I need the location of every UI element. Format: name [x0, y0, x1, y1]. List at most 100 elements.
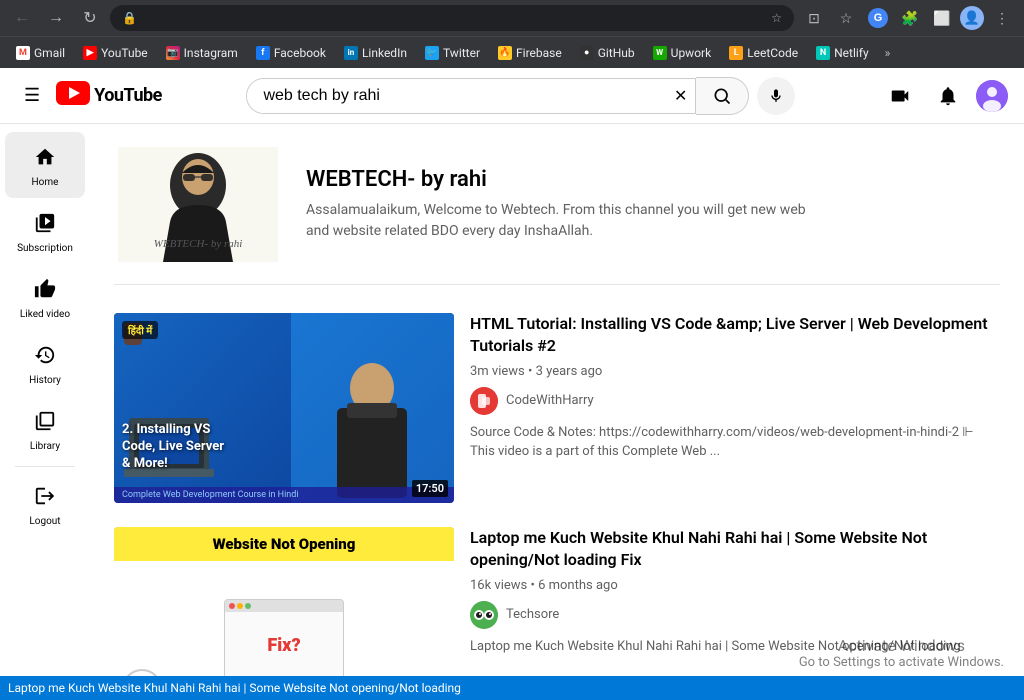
- video-channel-1[interactable]: CodeWithHarry: [470, 387, 1000, 415]
- twitter-icon: 🐦: [425, 46, 439, 60]
- sidebar-item-subscription[interactable]: Subscription: [5, 198, 85, 264]
- bookmark-github[interactable]: ● GitHub: [572, 42, 643, 64]
- instagram-label: Instagram: [184, 46, 238, 60]
- sidebar-divider: [15, 466, 75, 467]
- bookmarks-bar: M Gmail ▶ YouTube 📷 Instagram f Facebook…: [0, 36, 1024, 68]
- sidebar-item-logout[interactable]: Logout: [5, 471, 85, 537]
- youtube-sidebar: Home Subscription: [0, 124, 90, 700]
- youtube-label: YouTube: [101, 46, 148, 60]
- sidebar-item-liked[interactable]: Liked video: [5, 264, 85, 330]
- video-thumbnail-1[interactable]: हिंदी में: [114, 313, 454, 503]
- bookmark-gmail[interactable]: M Gmail: [8, 42, 73, 64]
- thumb2-fix: Fix?: [225, 612, 343, 678]
- bookmark-twitter[interactable]: 🐦 Twitter: [417, 42, 488, 64]
- browser-window: ← → ↻ 🔒 youtube-3.netlify.app/search/web…: [0, 0, 1024, 700]
- bookmark-leetcode[interactable]: L LeetCode: [721, 42, 806, 64]
- bookmark-upwork[interactable]: W Upwork: [645, 42, 720, 64]
- thumb2-title: Website Not Opening: [114, 527, 454, 561]
- bookmark-youtube[interactable]: ▶ YouTube: [75, 42, 156, 64]
- instagram-icon: 📷: [166, 46, 180, 60]
- selection-bar: Laptop me Kuch Website Khul Nahi Rahi ha…: [0, 676, 1024, 700]
- create-video-button[interactable]: [880, 76, 920, 116]
- search-input[interactable]: [247, 79, 666, 113]
- avatar-image: 👤: [964, 11, 980, 26]
- url-input[interactable]: youtube-3.netlify.app/search/web%20tech%…: [145, 11, 763, 26]
- account-button[interactable]: G: [864, 4, 892, 32]
- video-item: हिंदी में: [114, 313, 1000, 503]
- channel-thumbnail-2: [470, 601, 498, 629]
- channel-card[interactable]: WEBTECH- by rahi WEBTECH- by rahi Assala…: [114, 144, 1000, 285]
- bookmark-linkedin[interactable]: in LinkedIn: [336, 42, 415, 64]
- browser-action-buttons: ⊡ ☆ G 🧩 ⬜ 👤 ⋮: [800, 4, 1016, 32]
- bookmark-facebook[interactable]: f Facebook: [248, 42, 334, 64]
- search-bar: ✕: [246, 78, 696, 114]
- linkedin-label: LinkedIn: [362, 46, 407, 60]
- sidebar-item-history[interactable]: History: [5, 330, 85, 396]
- youtube-logo[interactable]: YouTube: [56, 81, 162, 111]
- bookmark-icon[interactable]: ☆: [771, 11, 782, 25]
- sidebar-logout-label: Logout: [29, 516, 60, 527]
- search-clear-button[interactable]: ✕: [666, 86, 695, 106]
- search-container: ✕: [186, 77, 856, 115]
- sidebar-home-label: Home: [32, 177, 59, 188]
- lock-icon: 🔒: [122, 11, 137, 25]
- cast-button[interactable]: ⊡: [800, 4, 828, 32]
- logout-icon: [34, 485, 56, 512]
- hamburger-menu-button[interactable]: ☰: [16, 77, 48, 114]
- voice-search-button[interactable]: [757, 77, 795, 115]
- liked-icon: [34, 278, 56, 305]
- thumb-text1: 2. Installing VS: [122, 422, 224, 439]
- back-button[interactable]: ←: [8, 4, 36, 32]
- video-info-1: HTML Tutorial: Installing VS Code &amp; …: [470, 313, 1000, 503]
- upwork-label: Upwork: [671, 46, 712, 60]
- channel-name: WEBTECH- by rahi: [306, 167, 1000, 192]
- subscription-icon: [34, 212, 56, 239]
- channel-info: WEBTECH- by rahi Assalamualaikum, Welcom…: [306, 167, 1000, 242]
- sidebar-item-home[interactable]: Home: [5, 132, 85, 198]
- address-bar[interactable]: 🔒 youtube-3.netlify.app/search/web%20tec…: [110, 5, 794, 31]
- video-thumbnail-2[interactable]: Website Not Opening: [114, 527, 454, 700]
- channel-icon-2: [470, 601, 498, 629]
- channel-icon-1: [470, 387, 498, 415]
- user-avatar[interactable]: [976, 80, 1008, 112]
- refresh-button[interactable]: ↻: [76, 4, 104, 32]
- star-button[interactable]: ☆: [832, 4, 860, 32]
- sidebar-item-library[interactable]: Library: [5, 396, 85, 462]
- extensions-button[interactable]: 🧩: [896, 4, 924, 32]
- video-title-2[interactable]: Laptop me Kuch Website Khul Nahi Rahi ha…: [470, 527, 1000, 572]
- library-icon: [34, 410, 56, 437]
- google-account-icon: G: [868, 8, 888, 28]
- linkedin-icon: in: [344, 46, 358, 60]
- forward-button[interactable]: →: [42, 4, 70, 32]
- leetcode-icon: L: [729, 46, 743, 60]
- bookmark-firebase[interactable]: 🔥 Firebase: [490, 42, 570, 64]
- bookmark-instagram[interactable]: 📷 Instagram: [158, 42, 246, 64]
- search-submit-button[interactable]: [696, 77, 749, 115]
- facebook-label: Facebook: [274, 46, 326, 60]
- tab-button[interactable]: ⬜: [928, 4, 956, 32]
- leetcode-label: LeetCode: [747, 46, 798, 60]
- firebase-icon: 🔥: [498, 46, 512, 60]
- netlify-icon: N: [816, 46, 830, 60]
- browser-toolbar: ← → ↻ 🔒 youtube-3.netlify.app/search/web…: [0, 0, 1024, 36]
- sidebar-subscription-label: Subscription: [17, 243, 73, 254]
- video-title-1[interactable]: HTML Tutorial: Installing VS Code &amp; …: [470, 313, 1000, 358]
- thumbnail-badge: हिंदी में: [122, 321, 158, 339]
- more-bookmarks-button[interactable]: »: [879, 42, 897, 64]
- github-icon: ●: [580, 46, 594, 60]
- profile-avatar[interactable]: 👤: [960, 6, 984, 30]
- notifications-button[interactable]: [928, 76, 968, 116]
- menu-button[interactable]: ⋮: [988, 4, 1016, 32]
- bookmark-netlify[interactable]: N Netlify: [808, 42, 877, 64]
- facebook-icon: f: [256, 46, 270, 60]
- upwork-icon: W: [653, 46, 667, 60]
- youtube-logo-text: YouTube: [94, 85, 162, 106]
- twitter-label: Twitter: [443, 46, 480, 60]
- thumb-text2: Code, Live Server: [122, 439, 224, 456]
- video-description-1: Source Code & Notes: https://codewithhar…: [470, 423, 1000, 462]
- selection-text: Laptop me Kuch Website Khul Nahi Rahi ha…: [8, 681, 461, 695]
- thumb-text3: & More!: [122, 456, 224, 473]
- video-channel-2[interactable]: Techsore: [470, 601, 1000, 629]
- video-info-2: Laptop me Kuch Website Khul Nahi Rahi ha…: [470, 527, 1000, 700]
- history-icon: [34, 344, 56, 371]
